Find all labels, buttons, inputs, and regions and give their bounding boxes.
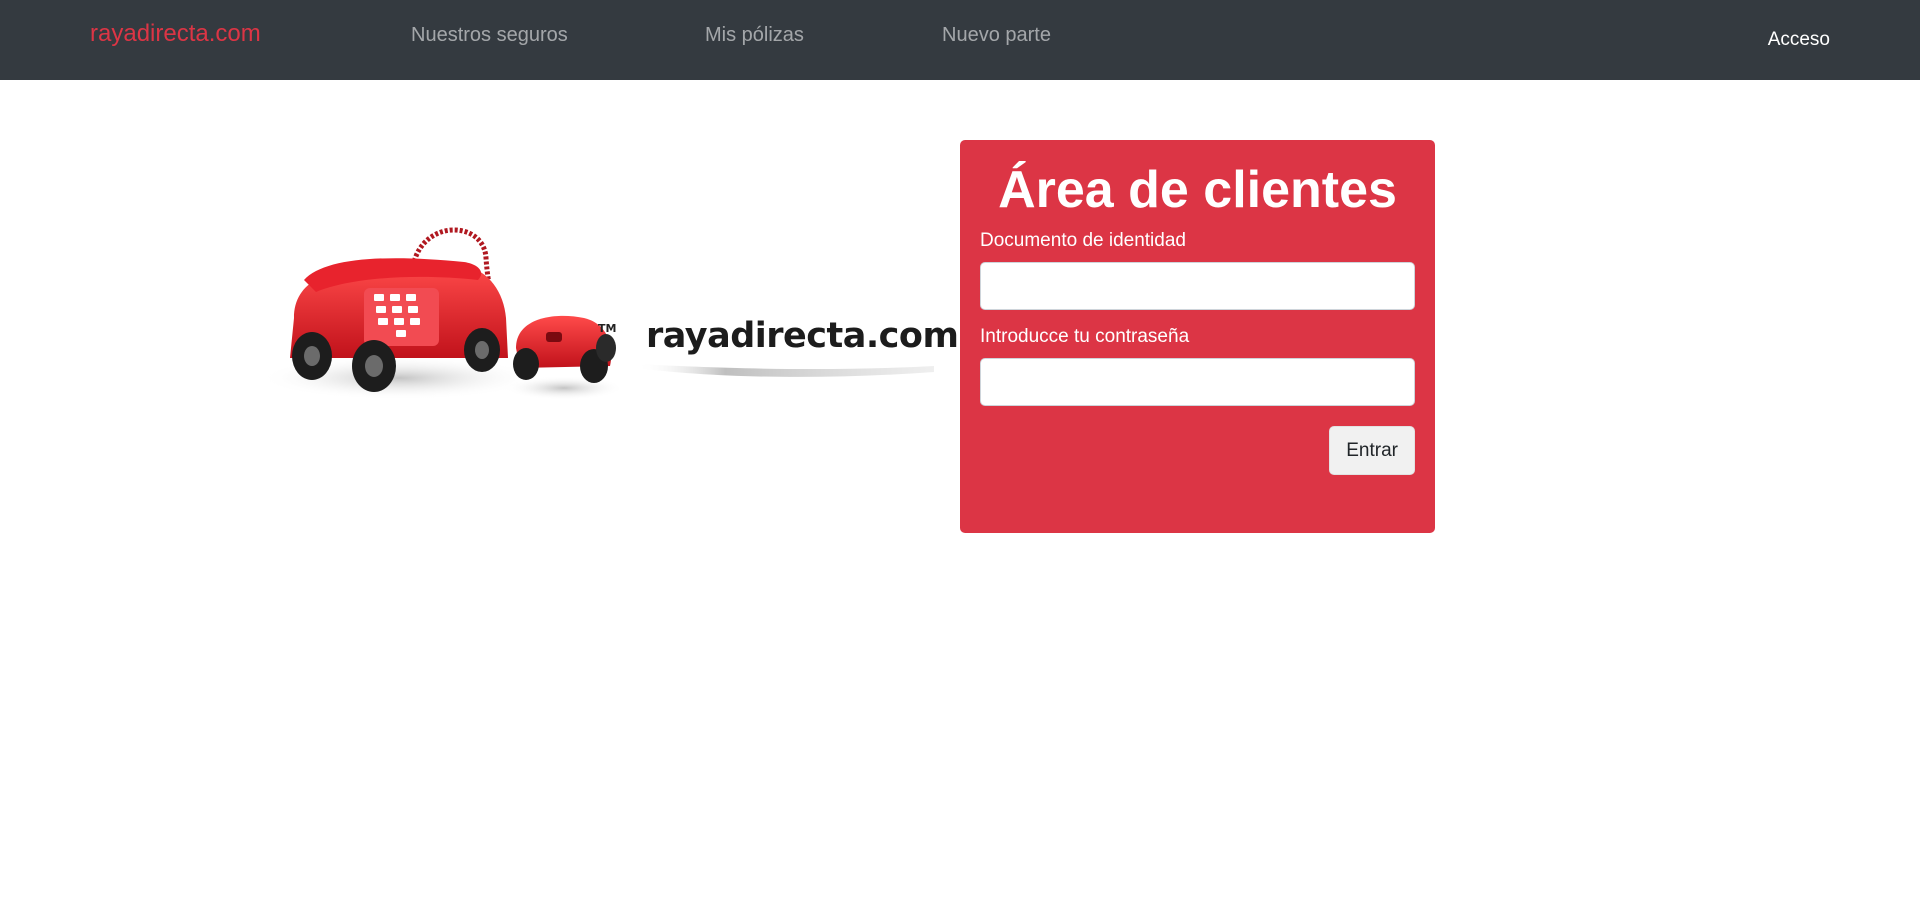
nav-link-acceso[interactable]: Acceso <box>1768 29 1830 51</box>
password-label: Introducce tu contraseña <box>980 326 1190 347</box>
svg-text:TM: TM <box>598 322 616 335</box>
login-title: Área de clientes <box>998 161 1397 219</box>
client-login-card: Área de clientes Documento de identidad … <box>960 140 1435 533</box>
id-document-label: Documento de identidad <box>980 230 1186 251</box>
submit-row: Entrar <box>980 426 1415 475</box>
nav-link-nuevo-parte[interactable]: Nuevo parte <box>942 24 1051 47</box>
brand-link[interactable]: rayadirecta.com <box>90 20 261 48</box>
company-logo: TM rayadirecta.com <box>264 218 959 408</box>
red-phone-car-icon: TM <box>264 227 934 400</box>
password-input[interactable] <box>980 358 1415 406</box>
enter-button[interactable]: Entrar <box>1329 426 1415 475</box>
nav-link-nuestros-seguros[interactable]: Nuestros seguros <box>411 24 568 47</box>
nav-link-mis-polizas[interactable]: Mis pólizas <box>705 24 804 47</box>
top-navbar: rayadirecta.com Nuestros seguros Mis pól… <box>0 0 1920 80</box>
id-document-input[interactable] <box>980 262 1415 310</box>
logo-wordmark: rayadirecta.com <box>646 316 959 356</box>
